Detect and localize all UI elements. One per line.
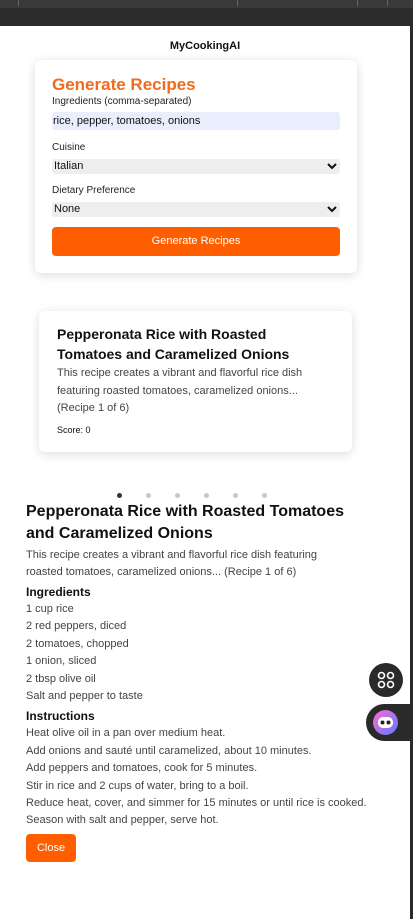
bot-icon [373,710,398,735]
carousel-dot[interactable] [117,493,122,498]
ingredients-list: 1 cup rice 2 red peppers, diced 2 tomato… [26,601,376,705]
carousel-dot[interactable] [146,493,151,498]
ingredient-item: 2 tbsp olive oil [26,672,96,685]
instruction-step: Add peppers and tomatoes, cook for 5 min… [26,762,258,775]
grid-icon [377,671,395,689]
cuisine-label: Cuisine [52,142,86,153]
assistant-bot-button[interactable] [366,704,413,741]
instruction-step: Add onions and sauté until caramelized, … [26,744,312,757]
top-bar-divider [237,0,238,6]
grid-menu-button[interactable] [369,663,403,697]
top-bar-divider [387,0,388,6]
top-bar-divider [357,0,358,6]
recipe-detail: Pepperonata Rice with Roasted Tomatoes a… [26,501,376,862]
ingredient-item: Salt and pepper to taste [26,690,143,703]
diet-select-value: None [54,203,81,215]
cuisine-select-value: Italian [54,160,84,172]
recipe-card-title: Pepperonata Rice with Roasted Tomatoes a… [57,326,290,362]
cuisine-select[interactable]: Italian [52,159,340,174]
recipe-card-description: This recipe creates a vibrant and flavor… [57,367,303,414]
ingredient-item: 2 red peppers, diced [26,620,127,633]
ingredient-item: 1 onion, sliced [26,655,97,668]
app-title: MyCookingAI [169,40,241,52]
instructions-heading: Instructions [26,709,95,724]
diet-label: Dietary Preference [52,185,136,196]
close-button[interactable]: Close [26,833,76,862]
ingredients-label: Ingredients (comma-separated) [52,96,192,107]
generate-recipes-button[interactable]: Generate Recipes [52,227,340,256]
recipe-detail-description: This recipe creates a vibrant and flavor… [26,549,318,578]
ingredients-heading: Ingredients [26,585,91,599]
ingredient-item: 2 tomatoes, chopped [26,637,129,650]
generate-form-card: Generate Recipes Ingredients (comma-sepa… [35,60,357,273]
instruction-step: Season with salt and pepper, serve hot. [26,814,219,827]
carousel-dot[interactable] [262,493,267,498]
recipe-detail-title: Pepperonata Rice with Roasted Tomatoes a… [26,503,344,542]
carousel-dot[interactable] [233,493,238,498]
instructions-list: Heat olive oil in a pan over medium heat… [26,725,376,829]
chevron-down-icon [327,159,337,179]
browser-top-bar [0,0,413,8]
chevron-down-icon [327,202,337,222]
ingredient-item: 1 cup rice [26,603,74,615]
instruction-step: Reduce heat, cover, and simmer for 15 mi… [26,797,367,810]
form-title: Generate Recipes [52,75,196,94]
recipe-card-score: Score: 0 [57,425,91,435]
carousel-dot[interactable] [175,493,180,498]
top-bar-divider [18,0,19,6]
instruction-step: Heat olive oil in a pan over medium heat… [26,727,226,740]
instruction-step: Stir in rice and 2 cups of water, bring … [26,779,249,792]
app-page: MyCookingAI Generate Recipes Ingredients… [0,26,410,919]
diet-select[interactable]: None [52,202,340,217]
recipe-carousel-card[interactable]: Pepperonata Rice with Roasted Tomatoes a… [39,311,352,452]
carousel-dot[interactable] [204,493,209,498]
ingredients-input[interactable] [52,112,340,130]
